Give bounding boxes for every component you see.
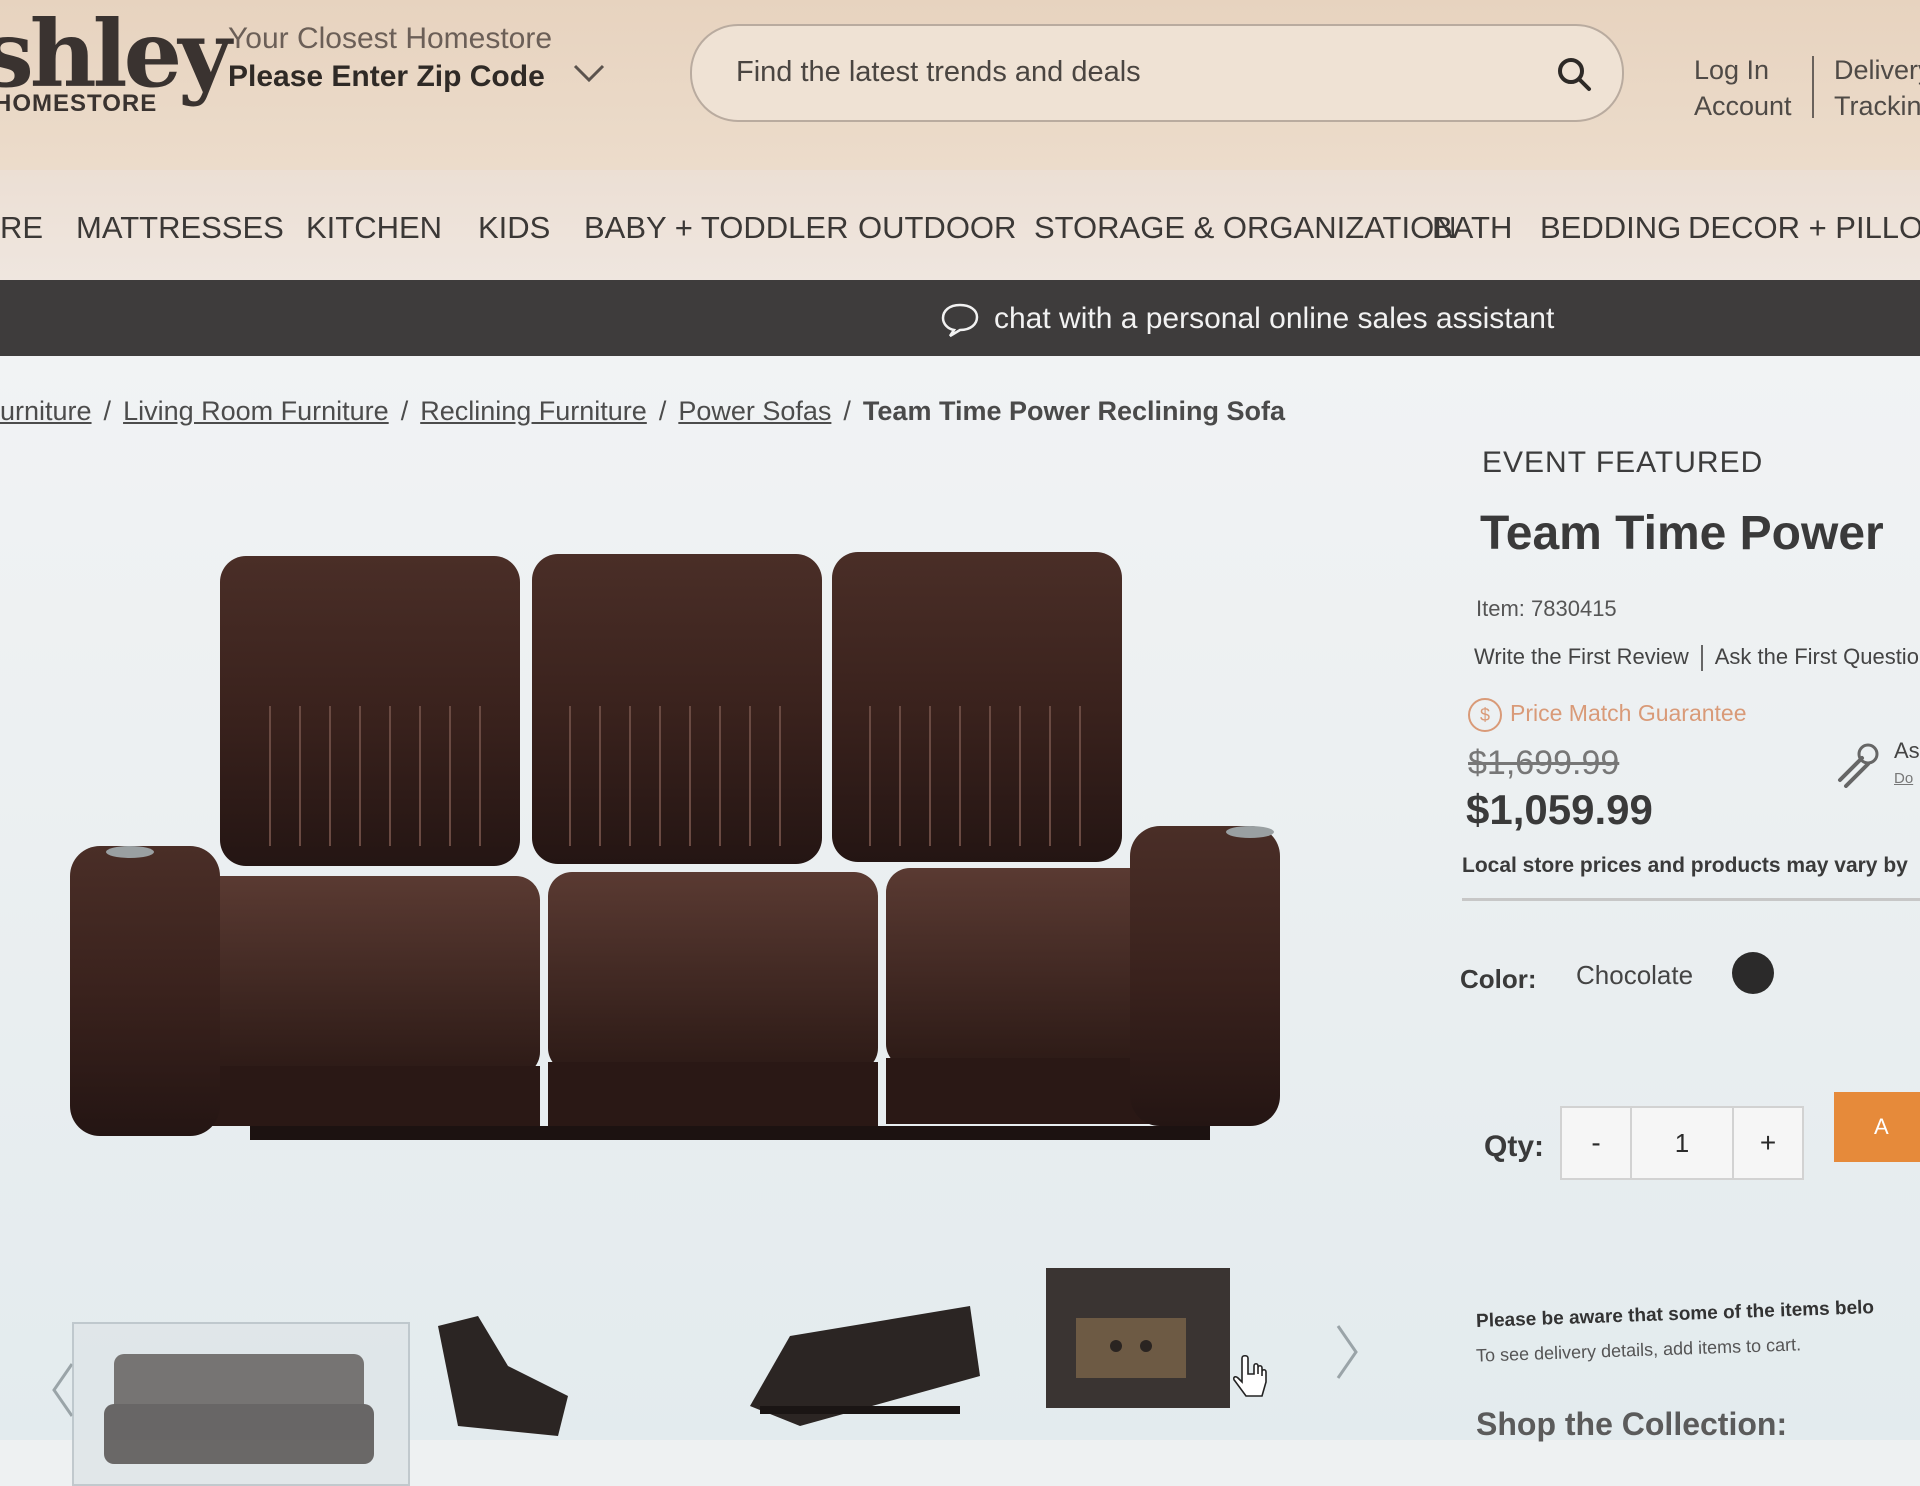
add-to-cart-button[interactable]: A [1834,1092,1920,1162]
nav-item-decor-pillows[interactable]: DECOR + PILLOWS [1688,210,1920,246]
site-header: shley HOMESTORE Your Closest Homestore P… [0,0,1920,170]
nav-item-baby-toddler[interactable]: BABY + TODDLER [584,210,848,246]
zip-prompt-main: Please Enter Zip Code [228,60,545,93]
nav-item-bath[interactable]: BATH [1432,210,1512,246]
nav-item-kids[interactable]: KIDS [478,210,550,246]
section-divider [1462,898,1920,901]
zip-selector[interactable]: Your Closest Homestore Please Enter Zip … [228,22,552,94]
breadcrumb-living-room[interactable]: Living Room Furniture [123,396,389,426]
price-match-label: Price Match Guarantee [1510,700,1747,727]
account-line2: Account [1694,91,1792,121]
color-label: Color: [1460,964,1537,994]
quantity-stepper: - 1 + [1560,1106,1804,1180]
delivery-tracking-link[interactable]: Delivery Tracking [1834,52,1920,124]
nav-item-furniture[interactable]: RE [0,210,43,246]
dollar-circle-icon: $ [1468,698,1502,732]
search-bar[interactable]: Find the latest trends and deals [690,24,1624,122]
site-logo[interactable]: shley HOMESTORE [0,0,232,118]
search-icon[interactable] [1556,56,1592,92]
quantity-input[interactable]: 1 [1632,1108,1732,1178]
logo-wordmark: shley [0,0,232,108]
chat-bubble-icon [941,303,979,338]
breadcrumb-separator: / [400,396,409,426]
review-divider [1700,645,1703,672]
price-match-link[interactable]: $ Price Match Guarantee [1468,698,1747,732]
hand-cursor-icon [1232,1354,1267,1397]
account-line1: Log In [1694,55,1770,85]
tools-icon[interactable] [1832,742,1882,788]
thumbnail-strip [0,1268,1400,1486]
breadcrumb-separator: / [843,396,851,426]
header-divider [1812,56,1814,118]
nav-item-storage[interactable]: STORAGE & ORGANIZATION [1034,210,1457,246]
color-value: Chocolate [1576,960,1694,990]
zip-prompt-top: Your Closest Homestore [228,22,553,55]
local-price-note: Local store prices and products may vary… [1462,854,1908,877]
ask-question-link[interactable]: Ask the First Questio [1715,644,1919,669]
assembly-sublink[interactable]: Do [1894,770,1913,787]
quantity-label: Qty: [1484,1130,1544,1163]
breadcrumb-separator: / [658,396,667,426]
assembly-label[interactable]: As [1894,738,1920,764]
breadcrumb-separator: / [103,396,112,426]
category-nav: RE MATTRESSES KITCHEN KIDS BABY + TODDLE… [0,170,1920,280]
availability-notice: Please be aware that some of the items b… [1475,1297,1875,1332]
color-swatch-chocolate[interactable] [1732,952,1774,994]
item-number: Item: 7830415 [1476,596,1617,621]
delivery-line1: Delivery [1834,55,1920,85]
chat-banner[interactable]: chat with a personal online sales assist… [0,280,1920,356]
chat-link-text[interactable]: chat with a personal online sales assist… [994,302,1554,336]
chevron-right-icon[interactable] [1334,1322,1362,1382]
nav-item-bedding[interactable]: BEDDING [1540,210,1681,246]
thumbnail-console[interactable] [1046,1268,1230,1408]
thumbnail-front-image [104,1354,374,1464]
event-label: EVENT FEATURED [1482,446,1764,479]
quantity-decrease-button[interactable]: - [1562,1108,1632,1178]
thumbnail-side[interactable] [418,1306,578,1446]
breadcrumb-power-sofas[interactable]: Power Sofas [678,396,831,426]
nav-item-kitchen[interactable]: KITCHEN [306,210,442,246]
nav-item-outdoor[interactable]: OUTDOOR [858,210,1016,246]
chevron-down-icon[interactable] [572,58,606,88]
account-link[interactable]: Log In Account [1694,52,1792,124]
sale-price: $1,059.99 [1466,786,1653,833]
thumbnail-back[interactable] [740,1296,990,1436]
original-price: $1,699.99 [1468,744,1620,782]
product-details-panel: EVENT FEATURED Team Time Power Item: 783… [1460,356,1920,1442]
product-page: urniture / Living Room Furniture / Reclining… [0,356,1920,1486]
breadcrumb: urniture / Living Room Furniture / Reclining… [0,396,1285,427]
breadcrumb-current: Team Time Power Reclining Sofa [862,396,1286,426]
write-review-link[interactable]: Write the First Review [1474,644,1689,669]
search-input[interactable]: Find the latest trends and deals [736,56,1141,89]
thumbnail-front[interactable] [72,1322,410,1486]
delivery-details-notice: To see delivery details, add items to ca… [1475,1334,1802,1366]
delivery-line2: Tracking [1834,91,1920,121]
review-links: Write the First Review Ask the First Ques… [1474,644,1919,672]
product-main-image[interactable] [60,546,1320,1166]
breadcrumb-reclining[interactable]: Reclining Furniture [420,396,647,426]
breadcrumb-furniture[interactable]: urniture [0,396,92,426]
quantity-increase-button[interactable]: + [1732,1108,1802,1178]
product-title: Team Time Power [1480,507,1884,560]
nav-item-mattresses[interactable]: MATTRESSES [76,210,284,246]
collection-heading: Shop the Collection: [1476,1406,1788,1442]
